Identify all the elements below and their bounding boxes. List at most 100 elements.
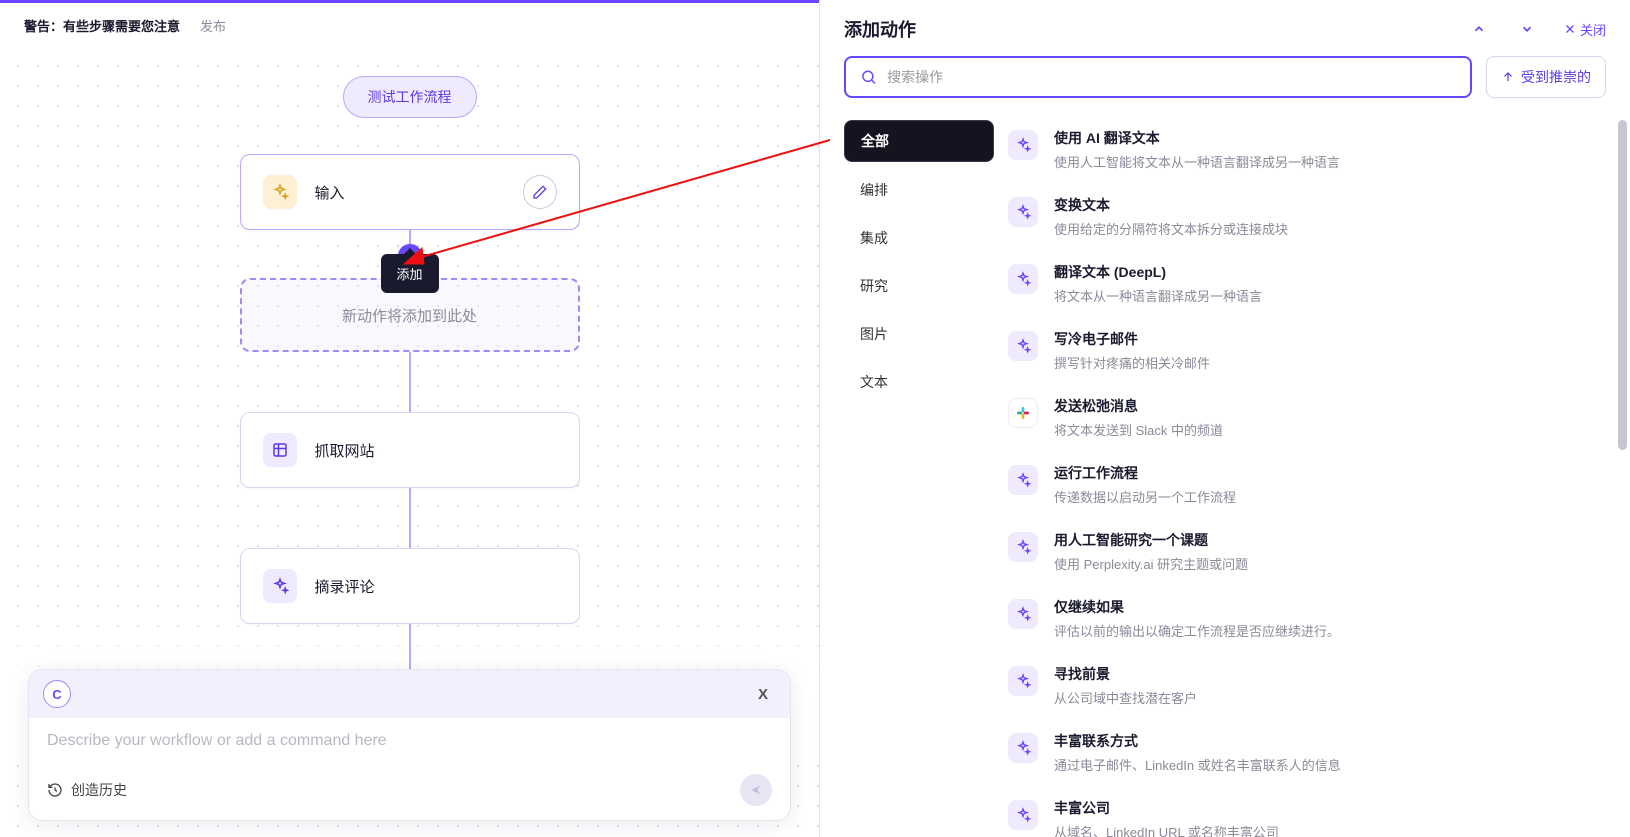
action-desc: 从域名、LinkedIn URL 或名称丰富公司	[1054, 822, 1279, 837]
sparkle-icon	[1008, 666, 1038, 696]
close-icon	[1564, 23, 1576, 35]
create-history-label: 创造历史	[71, 780, 127, 800]
panel-title: 添加动作	[844, 16, 916, 42]
prompt-chip: C	[43, 680, 71, 708]
panel-next-button[interactable]	[1516, 18, 1538, 40]
action-item[interactable]: 使用 AI 翻译文本使用人工智能将文本从一种语言翻译成另一种语言	[1002, 116, 1602, 183]
action-desc: 传递数据以启动另一个工作流程	[1054, 487, 1236, 506]
sparkle-icon	[1008, 599, 1038, 629]
action-title: 仅继续如果	[1054, 597, 1340, 617]
action-title: 发送松弛消息	[1054, 396, 1223, 416]
panel-header: 添加动作 关闭	[820, 0, 1630, 56]
edit-node-button[interactable]	[523, 175, 557, 209]
panel-prev-button[interactable]	[1468, 18, 1490, 40]
action-desc: 通过电子邮件、LinkedIn 或姓名丰富联系人的信息	[1054, 755, 1341, 774]
action-item[interactable]: 仅继续如果评估以前的输出以确定工作流程是否应继续进行。	[1002, 585, 1602, 652]
warning-label: 警告：有些步骤需要您注意	[24, 16, 180, 35]
grid-icon	[263, 433, 297, 467]
sparkle-icon	[1008, 465, 1038, 495]
node-scrape[interactable]: 抓取网站	[240, 412, 580, 488]
drop-zone-label: 新动作将添加到此处	[342, 305, 477, 326]
top-bar: 警告：有些步骤需要您注意 发布	[0, 0, 819, 48]
node-input-title: 输入	[315, 182, 345, 203]
action-title: 写冷电子邮件	[1054, 329, 1210, 349]
publish-button[interactable]: 发布	[200, 16, 226, 35]
sparkle-icon	[1008, 130, 1038, 160]
action-item[interactable]: 写冷电子邮件撰写针对疼痛的相关冷邮件	[1002, 317, 1602, 384]
panel-header-actions: 关闭	[1468, 18, 1606, 40]
action-item[interactable]: 寻找前景从公司域中查找潜在客户	[1002, 652, 1602, 719]
panel-close-label: 关闭	[1580, 20, 1606, 39]
prompt-bar-footer: 创造历史	[29, 764, 790, 820]
node-input[interactable]: 输入	[240, 154, 580, 230]
workflow-canvas-pane: 警告：有些步骤需要您注意 发布 测试工作流程 输入 +	[0, 0, 820, 837]
add-tooltip: 添加	[380, 254, 438, 293]
search-box[interactable]	[844, 56, 1472, 98]
action-desc: 使用人工智能将文本从一种语言翻译成另一种语言	[1054, 152, 1340, 171]
history-icon	[47, 782, 63, 798]
action-title: 丰富联系方式	[1054, 731, 1341, 751]
sparkle-icon	[1008, 264, 1038, 294]
action-desc: 将文本从一种语言翻译成另一种语言	[1054, 286, 1262, 305]
arrow-up-icon	[1501, 70, 1515, 84]
node-excerpt-title: 摘录评论	[315, 576, 375, 597]
action-desc: 评估以前的输出以确定工作流程是否应继续进行。	[1054, 621, 1340, 640]
sparkle-icon	[1008, 800, 1038, 830]
node-scrape-title: 抓取网站	[315, 440, 375, 461]
panel-search-row: 受到推崇的	[820, 56, 1630, 116]
send-button[interactable]	[740, 774, 772, 806]
search-icon	[860, 68, 877, 86]
action-title: 变换文本	[1054, 195, 1288, 215]
action-desc: 使用 Perplexity.ai 研究主题或问题	[1054, 554, 1248, 573]
close-prompt-button[interactable]: X	[750, 682, 776, 707]
action-title: 翻译文本 (DeepL)	[1054, 262, 1262, 282]
panel-close-button[interactable]: 关闭	[1564, 20, 1606, 39]
action-item[interactable]: 变换文本使用给定的分隔符将文本拆分或连接成块	[1002, 183, 1602, 250]
category-item[interactable]: 研究	[844, 266, 994, 306]
category-item[interactable]: 文本	[844, 362, 994, 402]
slack-icon	[1008, 398, 1038, 428]
action-title: 使用 AI 翻译文本	[1054, 128, 1340, 148]
action-list: 使用 AI 翻译文本使用人工智能将文本从一种语言翻译成另一种语言变换文本使用给定…	[994, 116, 1606, 837]
recommended-label: 受到推崇的	[1521, 67, 1591, 87]
node-excerpt[interactable]: 摘录评论	[240, 548, 580, 624]
action-item[interactable]: 用人工智能研究一个课题使用 Perplexity.ai 研究主题或问题	[1002, 518, 1602, 585]
category-item[interactable]: 编排	[844, 170, 994, 210]
category-item[interactable]: 图片	[844, 314, 994, 354]
action-item[interactable]: 丰富公司从域名、LinkedIn URL 或名称丰富公司	[1002, 786, 1602, 837]
recommended-button[interactable]: 受到推崇的	[1486, 56, 1606, 98]
send-icon	[749, 783, 763, 797]
category-item[interactable]: 集成	[844, 218, 994, 258]
action-desc: 将文本发送到 Slack 中的频道	[1054, 420, 1223, 439]
category-item[interactable]: 全部	[844, 120, 994, 162]
action-desc: 从公司域中查找潜在客户	[1054, 688, 1197, 707]
create-history-button[interactable]: 创造历史	[47, 780, 127, 800]
sparkle-icon	[1008, 733, 1038, 763]
action-title: 丰富公司	[1054, 798, 1279, 818]
action-item[interactable]: 翻译文本 (DeepL) 将文本从一种语言翻译成另一种语言	[1002, 250, 1602, 317]
connector	[409, 488, 411, 548]
prompt-bar-header: C X	[29, 670, 790, 718]
action-item[interactable]: 运行工作流程传递数据以启动另一个工作流程	[1002, 451, 1602, 518]
connector: + 添加	[409, 230, 411, 256]
flow-column: 输入 + 添加 新动作将添加到此处	[240, 154, 580, 725]
chevron-up-icon	[1472, 22, 1486, 36]
sparkle-icon	[1008, 197, 1038, 227]
category-list: 全部编排集成研究图片文本	[844, 116, 994, 837]
action-item[interactable]: 丰富联系方式通过电子邮件、LinkedIn 或姓名丰富联系人的信息	[1002, 719, 1602, 786]
panel-scrollbar-thumb[interactable]	[1618, 120, 1627, 450]
connector	[409, 352, 411, 412]
sparkle-icon	[263, 569, 297, 603]
sparkle-icon	[1008, 331, 1038, 361]
action-title: 寻找前景	[1054, 664, 1197, 684]
action-title: 运行工作流程	[1054, 463, 1236, 483]
action-item[interactable]: 发送松弛消息将文本发送到 Slack 中的频道	[1002, 384, 1602, 451]
prompt-input[interactable]: Describe your workflow or add a command …	[29, 718, 790, 764]
action-panel: 添加动作 关闭 受到推崇的 全部编排集成研究图片文本 使用 AI	[820, 0, 1630, 837]
sparkle-icon	[263, 175, 297, 209]
test-workflow-button[interactable]: 测试工作流程	[343, 76, 477, 118]
chevron-down-icon	[1520, 22, 1534, 36]
sparkle-icon	[1008, 532, 1038, 562]
search-input[interactable]	[887, 69, 1456, 85]
action-title: 用人工智能研究一个课题	[1054, 530, 1248, 550]
